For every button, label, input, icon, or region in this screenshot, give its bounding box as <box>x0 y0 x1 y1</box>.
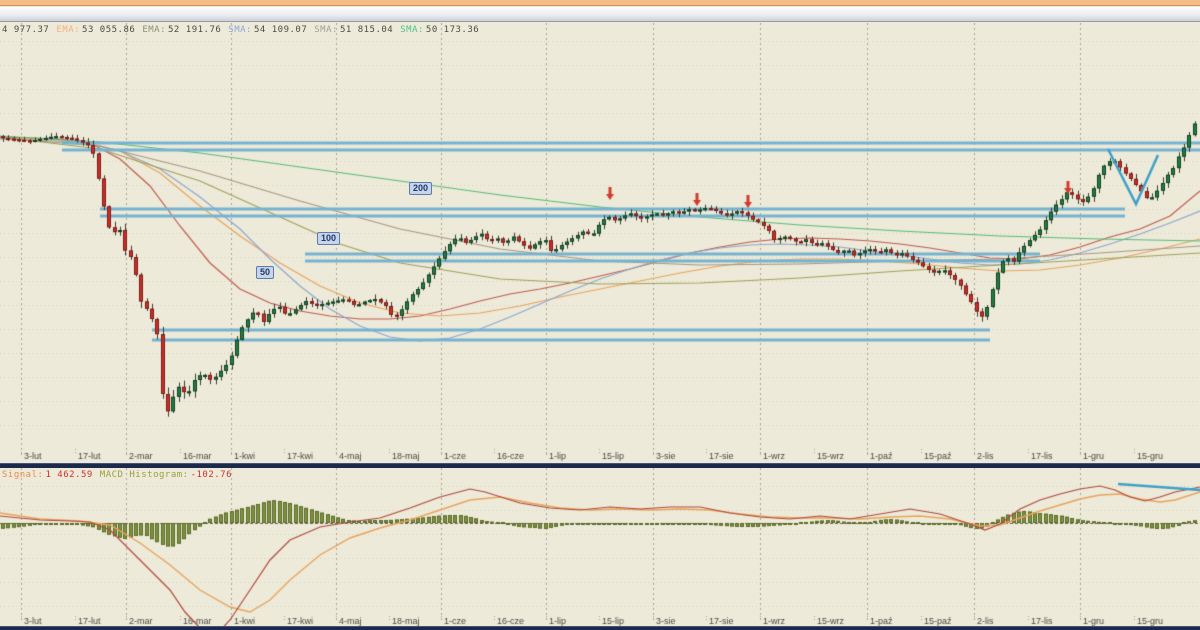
price-indicator-legend: 4 977.37EMA:53 055.86EMA:52 191.76SMA:54… <box>2 25 486 35</box>
ma-period-chip[interactable]: 200 <box>409 182 432 195</box>
ma-period-chip[interactable]: 100 <box>317 232 340 245</box>
toolbar-strip <box>0 7 1200 22</box>
legend-token-label: SMA: <box>228 25 252 35</box>
price-chart-canvas[interactable] <box>0 23 1200 463</box>
legend-token-value: 53 055.86 <box>82 25 135 35</box>
macd-canvas[interactable] <box>0 468 1200 630</box>
legend-token-value: 52 191.76 <box>168 25 221 35</box>
window-title-bar <box>0 0 1200 6</box>
legend-token-label: MACD Histogram: <box>100 470 189 480</box>
macd-legend: Signal:1 462.59 MACD Histogram:-102.76 <box>2 470 239 480</box>
legend-token-value: 1 462.59 <box>45 470 92 480</box>
bottom-border-band <box>0 626 1200 630</box>
legend-token-value: 51 815.04 <box>340 25 393 35</box>
legend-token-value: 50 173.36 <box>426 25 479 35</box>
legend-token-label: EMA: <box>142 25 166 35</box>
ma-period-chip[interactable]: 50 <box>256 266 274 279</box>
legend-token-label: SMA: <box>400 25 424 35</box>
legend-token-label: SMA: <box>314 25 338 35</box>
macd-panel[interactable]: Signal:1 462.59 MACD Histogram:-102.76 <box>0 468 1200 630</box>
legend-token-label: Signal: <box>2 470 43 480</box>
legend-token-value: 4 977.37 <box>2 25 49 35</box>
legend-token-value: 54 109.07 <box>254 25 307 35</box>
legend-token-value: -102.76 <box>191 470 232 480</box>
charting-app-window: 4 977.37EMA:53 055.86EMA:52 191.76SMA:54… <box>0 0 1200 630</box>
legend-token-label: EMA: <box>56 25 80 35</box>
price-chart-panel[interactable]: 4 977.37EMA:53 055.86EMA:52 191.76SMA:54… <box>0 23 1200 463</box>
